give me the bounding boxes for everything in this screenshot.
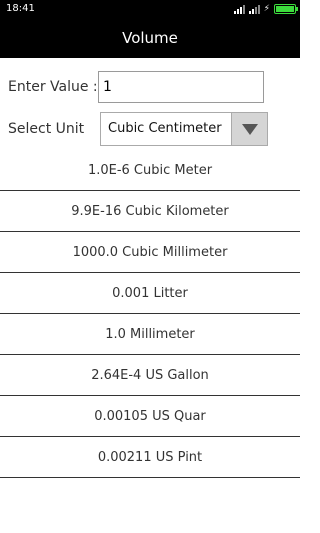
status-bar: 18:41 ⚡ <box>0 0 300 18</box>
unit-select-value: Cubic Centimeter <box>108 121 222 136</box>
enter-value-label: Enter Value : <box>8 79 98 95</box>
charging-icon: ⚡ <box>263 3 270 14</box>
result-row: 2.64E-4 US Gallon <box>0 355 300 396</box>
page-title: Volume <box>0 18 300 58</box>
chevron-down-icon <box>242 124 258 135</box>
result-row: 1.0 Millimeter <box>0 314 300 355</box>
result-row: 0.00211 US Pint <box>0 437 300 478</box>
result-row: 9.9E-16 Cubic Kilometer <box>0 191 300 232</box>
signal-icon <box>233 4 245 14</box>
status-icons: ⚡ <box>233 3 298 15</box>
status-time: 18:41 <box>6 3 35 14</box>
results-list: 1.0E-6 Cubic Meter 9.9E-16 Cubic Kilomet… <box>0 150 300 478</box>
signal-icon <box>248 4 260 14</box>
select-unit-label: Select Unit <box>8 121 85 137</box>
result-row: 0.001 Litter <box>0 273 300 314</box>
result-row: 0.00105 US Quar <box>0 396 300 437</box>
result-row: 1.0E-6 Cubic Meter <box>0 150 300 191</box>
unit-select[interactable]: Cubic Centimeter <box>100 112 268 146</box>
battery-icon <box>274 4 298 14</box>
value-input[interactable]: 1 <box>98 71 264 103</box>
unit-dropdown-button[interactable] <box>231 113 267 145</box>
result-row: 1000.0 Cubic Millimeter <box>0 232 300 273</box>
